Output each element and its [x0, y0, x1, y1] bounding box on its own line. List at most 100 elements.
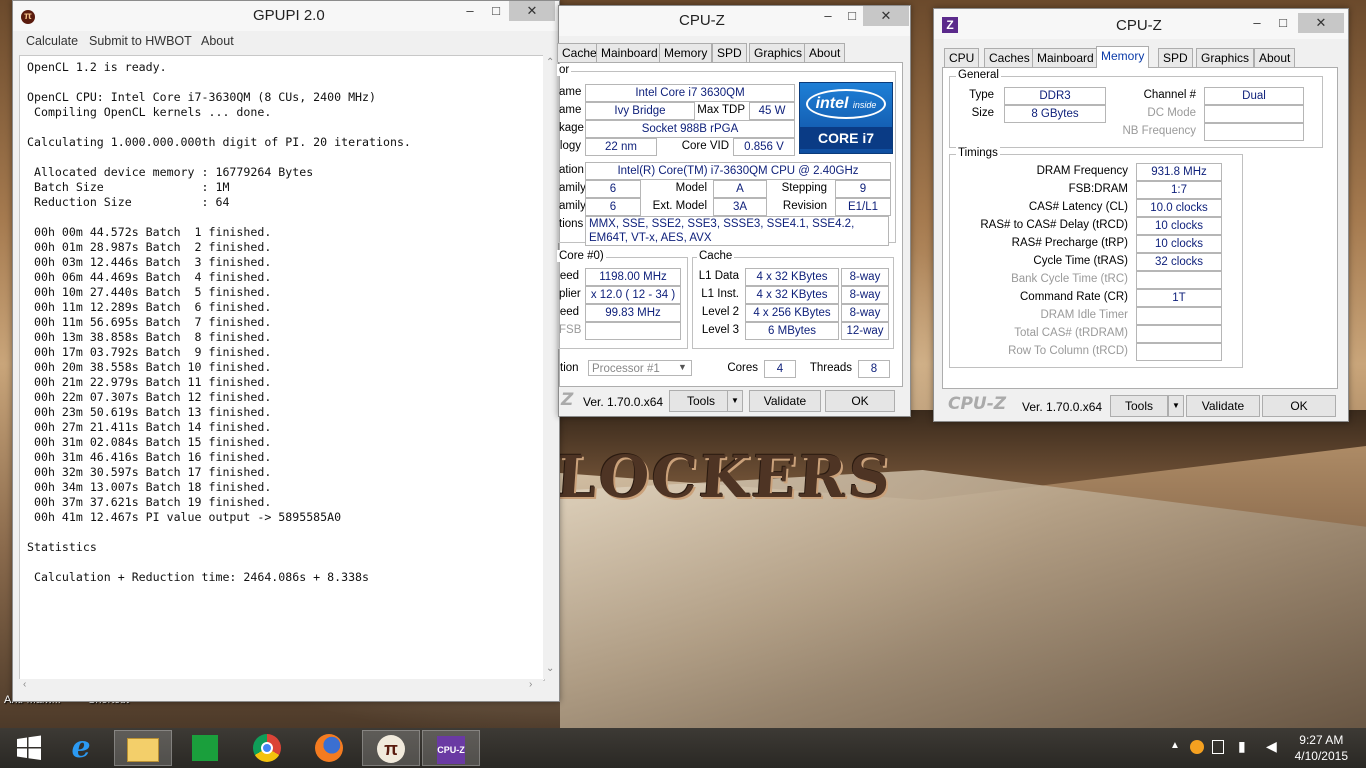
minimize-icon[interactable]: –: [815, 6, 841, 26]
multiplier-label: plier: [559, 288, 581, 300]
tab-mainboard[interactable]: Mainboard: [1032, 48, 1099, 67]
model-value: A: [713, 180, 767, 198]
validate-button[interactable]: Validate: [1186, 395, 1260, 417]
cache-group-title: Cache: [697, 250, 735, 262]
start-button[interactable]: [0, 730, 58, 766]
gpupi-titlebar[interactable]: π GPUPI 2.0 – □ ✕: [13, 1, 559, 31]
volume-icon[interactable]: ◀: [1266, 738, 1277, 755]
minimize-icon[interactable]: –: [457, 1, 483, 21]
threads-value: 8: [858, 360, 890, 378]
bus-speed-value: 99.83 MHz: [585, 304, 681, 322]
taskbar-chrome[interactable]: [238, 730, 296, 766]
scroll-left-icon[interactable]: ‹: [23, 679, 26, 690]
pi-app-icon: π: [21, 10, 35, 24]
cpuz-cpu-window: CPU-Z – □ ✕ Caches Mainboard Memory SPD …: [557, 5, 911, 417]
chrome-icon: [253, 734, 281, 762]
taskbar-cpuz[interactable]: CPU-Z: [422, 730, 480, 766]
close-icon[interactable]: ✕: [509, 1, 555, 21]
timings-group: Timings DRAM Frequency 931.8 MHz FSB:DRA…: [949, 147, 1243, 368]
taskbar-gpupi[interactable]: π: [362, 730, 420, 766]
version-text: Ver. 1.70.0.x64: [583, 395, 664, 409]
gpupi-menubar: Calculate Submit to HWBOT About: [13, 31, 559, 53]
maximize-icon[interactable]: □: [1270, 13, 1296, 33]
taskbar-firefox[interactable]: [300, 730, 358, 766]
cpuz1-titlebar[interactable]: CPU-Z – □ ✕: [559, 6, 910, 36]
timing-label: Total CAS# (tRDRAM): [1014, 327, 1128, 339]
processor-select[interactable]: Processor #1: [588, 360, 692, 376]
timing-value: 1T: [1136, 289, 1222, 307]
close-icon[interactable]: ✕: [1298, 13, 1344, 33]
tab-cpu[interactable]: CPU: [944, 48, 980, 67]
vertical-scrollbar[interactable]: ⌃ ⌄: [543, 55, 557, 679]
tab-memory[interactable]: Memory: [1096, 46, 1150, 68]
taskbar-file-explorer[interactable]: [114, 730, 172, 766]
maximize-icon[interactable]: □: [839, 6, 865, 26]
scroll-down-icon[interactable]: ⌄: [546, 663, 554, 674]
cpuz2-tabbar: CPU Caches Mainboard Memory SPD Graphics…: [944, 46, 1344, 68]
horizontal-scrollbar[interactable]: ‹ ›: [19, 679, 543, 693]
cpuz2-titlebar[interactable]: Z CPU-Z – □ ✕: [934, 9, 1348, 39]
taskbar-clock[interactable]: 9:27 AM 4/10/2015: [1295, 732, 1348, 764]
validate-button[interactable]: Validate: [749, 390, 821, 412]
memory-type-value: DDR3: [1004, 87, 1106, 105]
firefox-icon: [315, 734, 343, 762]
threads-label: Threads: [809, 362, 852, 374]
cache-row-label: Level 3: [701, 324, 739, 336]
taskbar-internet-explorer[interactable]: e: [52, 730, 110, 766]
cpuz-memory-window: Z CPU-Z – □ ✕ CPU Caches Mainboard Memor…: [933, 8, 1349, 422]
maximize-icon[interactable]: □: [483, 1, 509, 21]
inside-word: inside: [852, 100, 877, 110]
device-tray-icon[interactable]: [1212, 740, 1224, 754]
tab-graphics[interactable]: Graphics: [1196, 48, 1255, 67]
nb-frequency-label: NB Frequency: [1122, 125, 1196, 137]
timing-label: CAS# Latency (CL): [1028, 201, 1128, 213]
tab-about[interactable]: About: [1254, 48, 1296, 67]
menu-submit-hwbot[interactable]: Submit to HWBOT: [89, 34, 192, 48]
tools-dropdown-icon[interactable]: ▼: [1168, 395, 1184, 417]
rated-fsb-label: FSB: [559, 324, 582, 336]
cache-row-size: 4 x 32 KBytes: [745, 268, 839, 286]
memory-size-value: 8 GBytes: [1004, 105, 1106, 123]
cache-group: Cache L1 Data 4 x 32 KBytes 8-way L1 Ins…: [692, 250, 894, 349]
cache-row-way: 12-way: [841, 322, 889, 340]
taskbar-store[interactable]: [176, 730, 234, 766]
tab-spd[interactable]: SPD: [1158, 48, 1193, 67]
ok-button[interactable]: OK: [1262, 395, 1336, 417]
name-label: ame: [559, 86, 582, 98]
show-hidden-icons-icon[interactable]: ▲: [1170, 740, 1180, 751]
menu-calculate[interactable]: Calculate: [26, 34, 78, 48]
cache-row-way: 8-way: [841, 268, 889, 286]
close-icon[interactable]: ✕: [863, 6, 909, 26]
tools-button[interactable]: Tools: [1110, 395, 1168, 417]
version-text: Ver. 1.70.0.x64: [1022, 400, 1103, 414]
timing-value: 1:7: [1136, 181, 1222, 199]
network-icon[interactable]: ▮: [1238, 738, 1246, 755]
tools-dropdown-icon[interactable]: ▼: [727, 390, 743, 412]
scroll-right-icon[interactable]: ›: [529, 679, 532, 690]
scroll-up-icon[interactable]: ⌃: [546, 57, 554, 68]
minimize-icon[interactable]: –: [1244, 13, 1270, 33]
tab-memory[interactable]: Memory: [659, 43, 713, 62]
tab-graphics[interactable]: Graphics: [749, 43, 808, 62]
cpuz2-panel: General Type DDR3 Size 8 GBytes Channel …: [942, 67, 1338, 389]
tab-mainboard[interactable]: Mainboard: [596, 43, 663, 62]
ext-model-label: Ext. Model: [652, 200, 707, 212]
ext-model-value: 3A: [713, 198, 767, 216]
tools-button[interactable]: Tools: [669, 390, 733, 412]
internet-explorer-icon: e: [71, 730, 91, 765]
tab-about[interactable]: About: [804, 43, 846, 62]
timing-value: 10 clocks: [1136, 217, 1222, 235]
tab-spd[interactable]: SPD: [712, 43, 747, 62]
gpupi-output-console[interactable]: OpenCL 1.2 is ready. OpenCL CPU: Intel C…: [19, 55, 545, 681]
chevron-down-icon[interactable]: ▼: [678, 362, 687, 372]
family-label: amily: [559, 182, 586, 194]
cpuz1-footer: Z Ver. 1.70.0.x64 Tools ▼ Validate OK: [559, 387, 910, 415]
app-tray-icon[interactable]: [1190, 740, 1204, 754]
ok-button[interactable]: OK: [825, 390, 895, 412]
tab-caches[interactable]: Caches: [984, 48, 1035, 67]
rated-fsb-value: [585, 322, 681, 340]
cpuz1-panel: or ame Intel Core i7 3630QM ame Ivy Brid…: [557, 62, 903, 387]
max-tdp-label: Max TDP: [697, 104, 745, 116]
intel-core-i7-logo: intel inside CORE i7: [799, 82, 893, 154]
menu-about[interactable]: About: [201, 34, 234, 48]
